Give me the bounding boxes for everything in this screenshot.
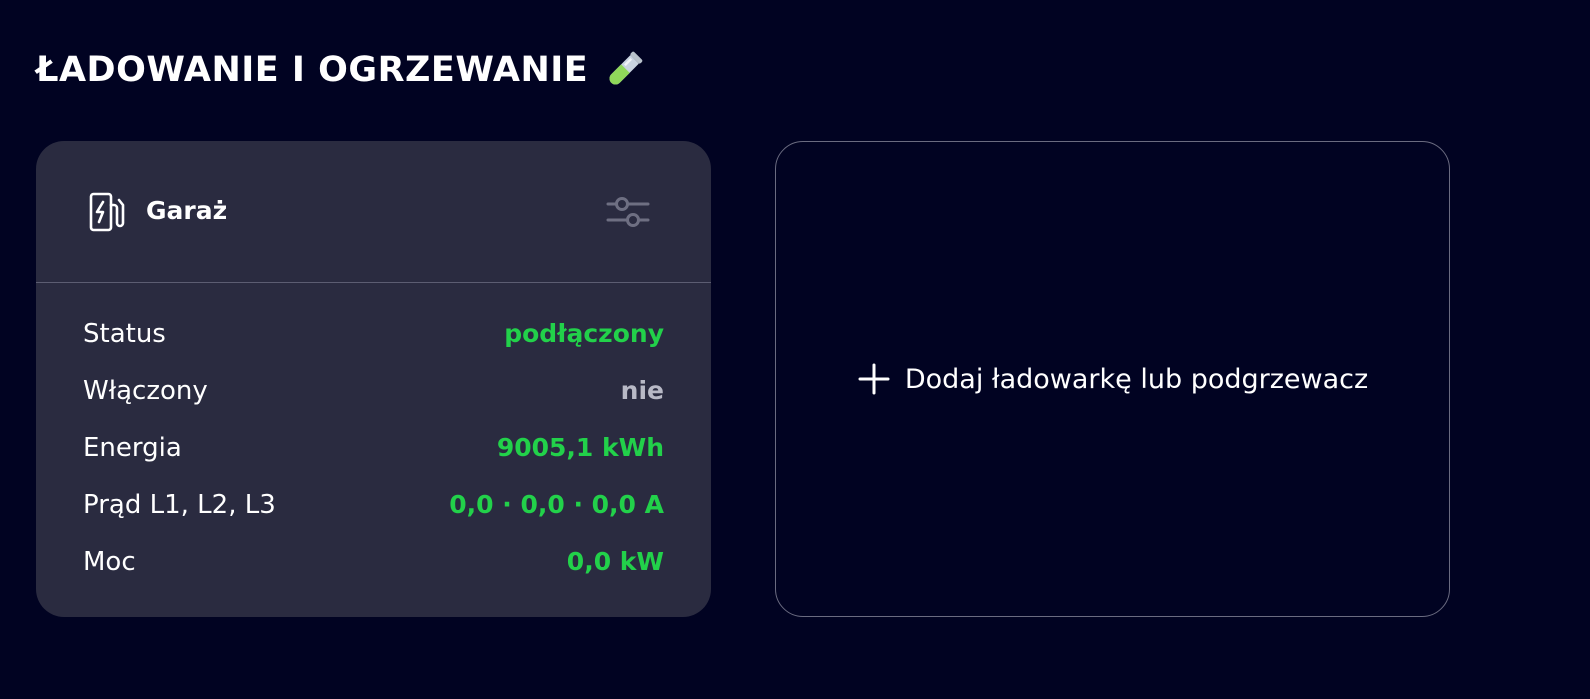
plus-icon: [858, 363, 890, 395]
charger-name: Garaż: [146, 196, 228, 225]
detail-row-energy: Energia 9005,1 kWh: [83, 419, 664, 476]
power-label: Moc: [83, 546, 136, 577]
status-label: Status: [83, 318, 166, 349]
charger-details: Status podłączony Włączony nie Energia 9…: [36, 283, 711, 590]
charger-card-garaz: Garaż Status podłączony Włączony nie Ene…: [36, 141, 711, 617]
current-label: Prąd L1, L2, L3: [83, 489, 276, 520]
section-header: ŁADOWANIE I OGRZEWANIE: [36, 44, 646, 96]
detail-row-power: Moc 0,0 kW: [83, 533, 664, 590]
status-value: podłączony: [504, 319, 664, 348]
power-value: 0,0 kW: [566, 547, 664, 576]
detail-row-enabled: Włączony nie: [83, 362, 664, 419]
test-tube-icon: [609, 51, 643, 85]
energy-label: Energia: [83, 432, 182, 463]
card-header: Garaż: [36, 141, 711, 283]
sliders-icon[interactable]: [605, 191, 651, 233]
section-title: ŁADOWANIE I OGRZEWANIE: [36, 50, 589, 90]
detail-row-current: Prąd L1, L2, L3 0,0 · 0,0 · 0,0 A: [83, 476, 664, 533]
enabled-value: nie: [620, 376, 664, 405]
add-device-button[interactable]: Dodaj ładowarkę lub podgrzewacz: [775, 141, 1450, 617]
ev-charger-icon: [89, 192, 125, 232]
enabled-label: Włączony: [83, 375, 208, 406]
add-device-label: Dodaj ładowarkę lub podgrzewacz: [904, 363, 1369, 395]
current-value: 0,0 · 0,0 · 0,0 A: [449, 490, 664, 519]
detail-row-status: Status podłączony: [83, 305, 664, 362]
energy-value: 9005,1 kWh: [496, 433, 664, 462]
